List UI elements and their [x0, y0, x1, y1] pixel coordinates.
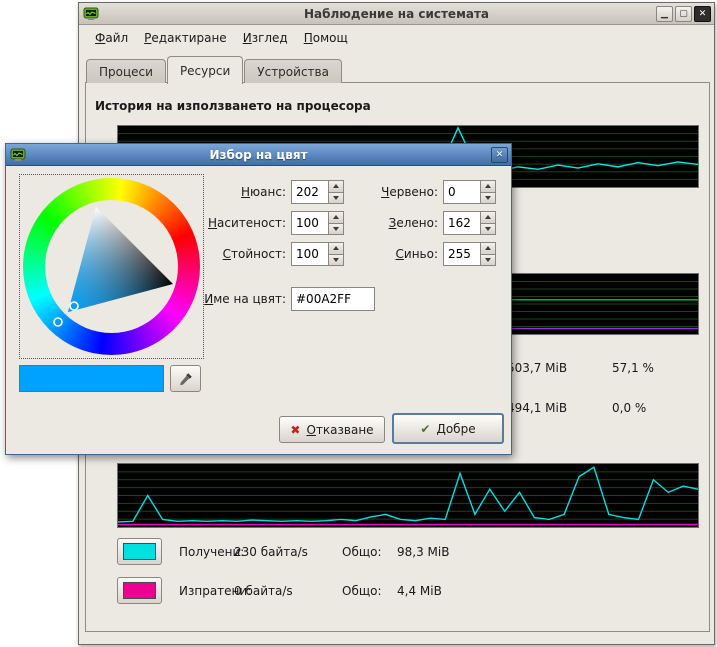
tab-resources[interactable]: Ресурси: [167, 56, 243, 84]
green-label: Зелено:: [326, 216, 438, 230]
dialog-icon: [10, 147, 26, 163]
tab-devices[interactable]: Устройства: [244, 59, 342, 83]
dialog-title: Избор на цвят: [209, 148, 307, 162]
received-color: [123, 543, 156, 560]
red-up-button[interactable]: [480, 180, 496, 193]
received-rate: 230 байта/s: [234, 545, 308, 559]
memory-percent: 57,1 %: [612, 361, 654, 375]
received-total-label: Общо:: [342, 545, 382, 559]
main-titlebar[interactable]: Наблюдение на системата ▁ ▢ ✕: [79, 3, 714, 25]
green-down-button[interactable]: [480, 224, 496, 236]
app-icon: [83, 6, 99, 22]
sent-color: [123, 582, 156, 599]
value-input[interactable]: [291, 242, 328, 266]
blue-input[interactable]: [443, 242, 480, 266]
dialog-close-button[interactable]: ✕: [491, 147, 508, 163]
green-input[interactable]: [443, 211, 480, 235]
cancel-x-icon: ✖: [290, 423, 300, 437]
cancel-button[interactable]: ✖ Отказване: [279, 416, 385, 443]
green-up-button[interactable]: [480, 211, 496, 224]
saturation-value-triangle[interactable]: [20, 175, 205, 360]
menu-edit[interactable]: Редактиране: [136, 27, 235, 49]
color-preview: [19, 365, 164, 392]
menubar: Файл Редактиране Изглед Помощ: [79, 25, 714, 51]
color-name-label: Име на цвят:: [174, 292, 286, 306]
eyedropper-icon: [178, 371, 194, 387]
color-name-input[interactable]: [291, 287, 375, 311]
network-history-chart: [117, 463, 699, 528]
menu-view[interactable]: Изглед: [235, 27, 296, 49]
hue-input[interactable]: [291, 180, 328, 204]
saturation-input[interactable]: [291, 211, 328, 235]
sent-rate: 0 байта/s: [234, 584, 293, 598]
swap-amount: 494,1 MiB: [507, 401, 567, 415]
color-wheel[interactable]: [19, 174, 204, 359]
dialog-titlebar[interactable]: Избор на цвят ✕: [6, 144, 511, 166]
eyedropper-button[interactable]: [170, 365, 201, 392]
red-label: Червено:: [326, 185, 438, 199]
menu-file[interactable]: Файл: [87, 27, 136, 49]
sent-color-swatch-button[interactable]: [117, 577, 162, 604]
swap-percent: 0,0 %: [612, 401, 646, 415]
ok-label: Добре: [436, 422, 475, 436]
close-button[interactable]: ✕: [694, 6, 711, 22]
hue-marker[interactable]: [54, 318, 62, 326]
blue-spinner: [443, 242, 496, 266]
menu-help[interactable]: Помощ: [296, 27, 356, 49]
red-down-button[interactable]: [480, 193, 496, 205]
ok-button[interactable]: ✔ Добре: [392, 413, 504, 444]
ok-check-icon: ✔: [420, 422, 430, 436]
saturation-label: Наситеност:: [174, 216, 286, 230]
window-title: Наблюдение на системата: [304, 7, 489, 21]
minimize-button[interactable]: ▁: [656, 6, 673, 22]
received-total: 98,3 MiB: [397, 545, 449, 559]
blue-down-button[interactable]: [480, 255, 496, 267]
tab-processes[interactable]: Процеси: [86, 59, 166, 83]
cancel-label: Отказване: [306, 423, 373, 437]
hue-label: Нюанс:: [174, 185, 286, 199]
sent-total-label: Общо:: [342, 584, 382, 598]
sent-total: 4,4 MiB: [397, 584, 442, 598]
cpu-history-heading: История на използването на процесора: [95, 99, 371, 113]
received-color-swatch-button[interactable]: [117, 538, 162, 565]
green-spinner: [443, 211, 496, 235]
notebook-tabs: Процеси Ресурси Устройства: [86, 55, 343, 83]
red-input[interactable]: [443, 180, 480, 204]
color-picker-dialog: Избор на цвят ✕ Нюанс: Наситеност:: [5, 143, 512, 455]
blue-up-button[interactable]: [480, 242, 496, 255]
red-spinner: [443, 180, 496, 204]
blue-label: Синьо:: [326, 247, 438, 261]
value-label: Стойност:: [174, 247, 286, 261]
maximize-button[interactable]: ▢: [675, 6, 692, 22]
memory-amount: 503,7 MiB: [507, 361, 567, 375]
